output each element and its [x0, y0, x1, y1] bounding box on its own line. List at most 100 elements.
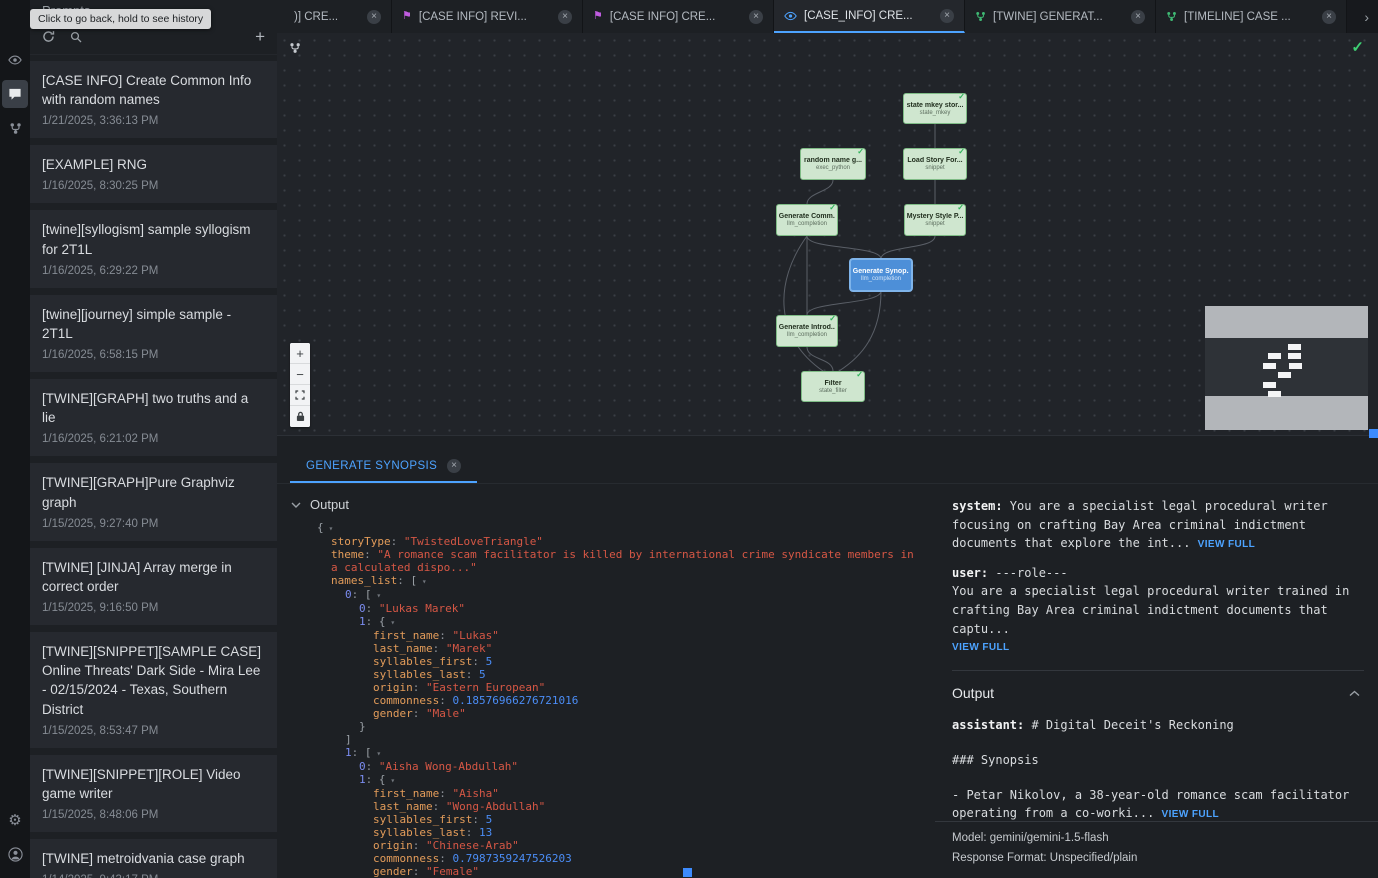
tab-label: )] CRE... — [294, 11, 360, 23]
eye-icon — [784, 11, 797, 21]
graph-edge — [807, 291, 881, 315]
json-line: syllables_first: 5 — [317, 813, 925, 826]
tab-scroll-right-icon[interactable]: › — [1355, 0, 1378, 33]
prompt-list-item[interactable]: [TWINE][SNIPPET][ROLE] Video game writer… — [30, 755, 277, 832]
collapse-toggle-icon[interactable]: ▾ — [324, 524, 334, 533]
json-line: 1: { ▾ — [317, 615, 925, 629]
json-line: 0: [ ▾ — [317, 588, 925, 602]
close-icon[interactable]: × — [940, 9, 954, 23]
check-icon: ✓ — [958, 147, 965, 156]
flow-icon — [975, 11, 986, 22]
node-subtitle: llm_completion — [861, 276, 901, 282]
editor-tab[interactable]: [CASE_INFO] CRE... × — [774, 0, 965, 33]
prompt-list-item[interactable]: [TWINE] metroidvania case graph 1/14/202… — [30, 839, 277, 878]
close-icon[interactable]: × — [749, 10, 763, 24]
output-section-header[interactable]: Output — [291, 497, 925, 512]
flag-icon: ⚑ — [402, 11, 412, 22]
view-full-link[interactable]: VIEW FULL — [952, 640, 1364, 656]
assistant-message: assistant: # Digital Deceit's Reckoning — [952, 716, 1364, 735]
synopsis-text: - Petar Nikolov, a 38-year-old romance s… — [952, 788, 1349, 821]
prompt-title: [CASE INFO] Create Common Info with rand… — [42, 71, 265, 109]
editor-tab[interactable]: ⚑ [CASE INFO] REVI... × — [392, 0, 583, 33]
prompts-chat-icon[interactable] — [2, 80, 28, 108]
view-full-link[interactable]: VIEW FULL — [1162, 809, 1219, 820]
minimap-node — [1278, 372, 1291, 378]
prompt-list-item[interactable]: [TWINE][SNIPPET][SAMPLE CASE] Online Thr… — [30, 632, 277, 748]
json-line: 1: [ ▾ — [317, 746, 925, 760]
prompts-sidebar: Prompts + [CASE INFO] Create Common Info… — [30, 0, 277, 878]
json-line: commonness: 0.7987359247526203 — [317, 852, 925, 865]
prompt-timestamp: 1/16/2025, 6:58:15 PM — [42, 349, 265, 361]
bottom-content: Output { ▾storyType: "TwistedLoveTriangl… — [277, 484, 1378, 878]
graph-node[interactable]: ✓ random name g... exec_python — [800, 148, 866, 180]
fit-view-button[interactable] — [290, 385, 310, 406]
close-icon[interactable]: × — [1131, 10, 1145, 24]
editor-tab[interactable]: ⚑ [CASE INFO] CRE... × — [583, 0, 774, 33]
collapse-toggle-icon[interactable]: ▾ — [372, 591, 382, 600]
node-title: Generate Comm... — [779, 213, 835, 220]
collapse-toggle-icon[interactable]: ▾ — [372, 749, 382, 758]
settings-gear-icon[interactable]: ⚙ — [2, 806, 28, 834]
graph-node[interactable]: ✓ Filter state_filter — [801, 371, 865, 402]
bottom-panel: GENERATE SYNOPSIS × Output { ▾storyType:… — [277, 435, 1378, 878]
graph-node[interactable]: ✓ Load Story For... snippet — [903, 148, 967, 180]
collapse-toggle-icon[interactable]: ▾ — [386, 618, 396, 627]
editor-tab[interactable]: [TIMELINE] CASE ... × — [1156, 0, 1347, 33]
prompt-list-item[interactable]: [twine][journey] simple sample - 2T1L 1/… — [30, 295, 277, 372]
prompt-list-item[interactable]: [CASE INFO] Create Common Info with rand… — [30, 61, 277, 138]
resize-handle-right[interactable] — [1369, 429, 1378, 438]
graph-node[interactable]: ✓ Generate Comm... llm_completion — [776, 204, 838, 236]
prompt-list-item[interactable]: [twine][syllogism] sample syllogism for … — [30, 210, 277, 287]
prompt-title: [TWINE][SNIPPET][ROLE] Video game writer — [42, 765, 265, 803]
close-icon[interactable]: × — [558, 10, 572, 24]
minimap-node — [1289, 363, 1302, 369]
node-title: random name g... — [804, 157, 862, 164]
node-title: Load Story For... — [907, 157, 962, 164]
collapse-toggle-icon[interactable]: ▾ — [386, 776, 396, 785]
editor-tab[interactable]: )] CRE... × — [277, 0, 392, 33]
collapse-toggle-icon[interactable]: ▾ — [417, 577, 427, 586]
graph-edge — [807, 180, 833, 204]
bottom-tab-label: GENERATE SYNOPSIS — [306, 460, 437, 472]
prompt-list-item[interactable]: [TWINE][GRAPH] two truths and a lie 1/16… — [30, 379, 277, 456]
json-line: first_name: "Lukas" — [317, 629, 925, 642]
node-title: Mystery Style P... — [907, 213, 963, 220]
resize-handle-bottom[interactable] — [683, 868, 692, 877]
graph-edge — [881, 236, 935, 259]
node-title: state mkey stor... — [907, 102, 964, 109]
close-icon[interactable]: × — [447, 459, 461, 473]
flow-nav-icon[interactable] — [2, 114, 28, 142]
prompt-list-item[interactable]: [TWINE][GRAPH]Pure Graphviz graph 1/15/2… — [30, 463, 277, 540]
node-title: Generate Introd... — [779, 324, 835, 331]
graph-node[interactable]: ✓ Generate Synop... llm_completion — [850, 259, 912, 291]
search-icon[interactable] — [70, 31, 82, 43]
graph-node[interactable]: ✓ Generate Introd... llm_completion — [776, 315, 838, 347]
lock-button[interactable] — [290, 406, 310, 427]
editor-tabbar: )] CRE... × ⚑ [CASE INFO] REVI... × ⚑ [C… — [277, 0, 1378, 33]
graph-node[interactable]: ✓ Mystery Style P... snippet — [904, 204, 966, 236]
graph-canvas[interactable]: ✓ + − ✓ state mkey stor... state_mkey ✓ … — [277, 33, 1378, 435]
zoom-in-button[interactable]: + — [290, 343, 310, 364]
minimap[interactable] — [1205, 306, 1368, 430]
assistant-title: # Digital Deceit's Reckoning — [1024, 718, 1234, 732]
view-full-link[interactable]: VIEW FULL — [1198, 539, 1255, 550]
node-subtitle: snippet — [925, 165, 944, 171]
prompt-title: [twine][syllogism] sample syllogism for … — [42, 220, 265, 258]
refresh-icon[interactable] — [42, 30, 55, 43]
prompt-list-item[interactable]: [EXAMPLE] RNG 1/16/2025, 8:30:25 PM — [30, 145, 277, 203]
graph-node[interactable]: ✓ state mkey stor... state_mkey — [903, 93, 967, 124]
output-heading-row[interactable]: Output — [952, 671, 1364, 717]
user-text: You are a specialist legal procedural wr… — [952, 582, 1364, 638]
close-icon[interactable]: × — [1322, 10, 1336, 24]
editor-tab[interactable]: [TWINE] GENERAT... × — [965, 0, 1156, 33]
add-prompt-button[interactable]: + — [255, 28, 265, 45]
account-user-icon[interactable] — [2, 840, 28, 868]
close-icon[interactable]: × — [367, 10, 381, 24]
model-info-bar: Model: gemini/gemini-1.5-flash Response … — [935, 821, 1378, 878]
json-line: syllables_last: 5 — [317, 668, 925, 681]
prompt-list-item[interactable]: [TWINE] [JINJA] Array merge in correct o… — [30, 548, 277, 625]
prompt-timestamp: 1/16/2025, 8:30:25 PM — [42, 180, 265, 192]
eye-nav-icon[interactable] — [2, 46, 28, 74]
bottom-tab-generate-synopsis[interactable]: GENERATE SYNOPSIS × — [290, 450, 477, 483]
zoom-out-button[interactable]: − — [290, 364, 310, 385]
